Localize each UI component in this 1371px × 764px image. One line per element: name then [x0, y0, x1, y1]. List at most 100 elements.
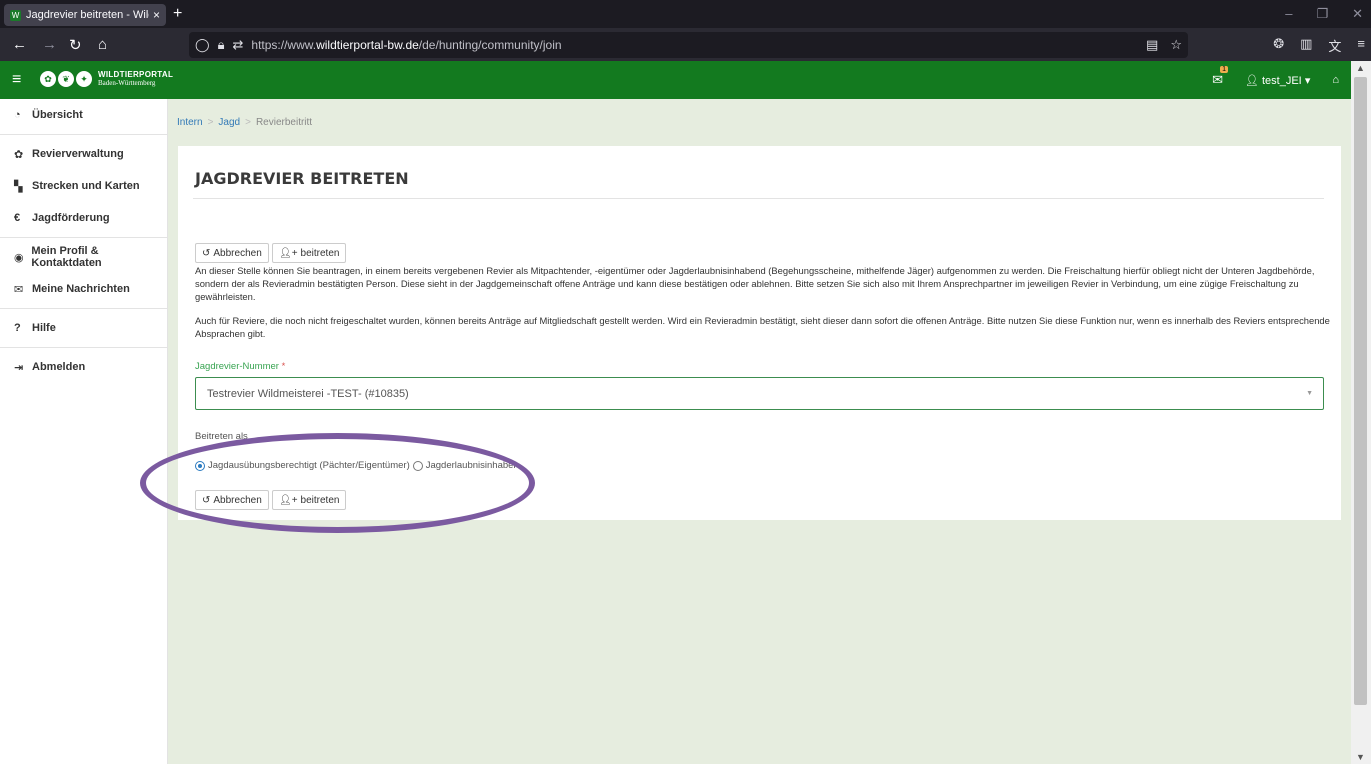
url-path: /de/hunting/community/join: [418, 38, 562, 52]
envelope-icon: ✉: [14, 283, 24, 296]
join-button-bottom[interactable]: 👤︎+ beitreten: [272, 490, 347, 510]
scroll-thumb[interactable]: [1354, 77, 1367, 705]
url-host: wildtierportal-bw.de: [316, 38, 419, 52]
revier-number-value: Testrevier Wildmeisterei -TEST- (#10835): [207, 387, 409, 400]
gear-icon: ✿: [14, 148, 24, 161]
restore-icon[interactable]: ❐: [1316, 6, 1328, 22]
sidebar-item-label: Revierverwaltung: [32, 148, 124, 160]
browser-tabbar: W Jagdrevier beitreten - Wildtierp × + –…: [0, 0, 1371, 28]
sidebar-item-strecken[interactable]: ▚ Strecken und Karten: [0, 170, 167, 202]
info-paragraph-1: An dieser Stelle können Sie beantragen, …: [195, 265, 1315, 302]
user-circle-icon: ◉: [14, 251, 24, 264]
minimize-icon[interactable]: –: [1285, 6, 1292, 22]
sidebar-item-label: Abmelden: [32, 361, 86, 373]
messages-button[interactable]: ✉ 1: [1212, 66, 1228, 88]
extension-icon[interactable]: ❂: [1273, 36, 1284, 55]
sidebar-item-profil[interactable]: ◉ Mein Profil & Kontaktdaten: [0, 241, 167, 273]
join-panel: JAGDREVIER BEITRETEN ↺ Abbrechen 👤︎+ bei…: [178, 146, 1341, 520]
shield-icon[interactable]: ◯: [195, 37, 210, 53]
bookmark-star-icon[interactable]: ☆: [1170, 37, 1182, 53]
translate-icon[interactable]: 文: [1328, 36, 1341, 55]
tab-title: Jagdrevier beitreten - Wildtierp: [26, 9, 149, 21]
undo-icon: ↺: [202, 494, 211, 506]
hamburger-menu-icon[interactable]: ≡: [12, 71, 21, 89]
home-icon[interactable]: ⌂: [1332, 74, 1339, 86]
breadcrumb-current: Revierbeitritt: [255, 117, 313, 128]
close-tab-icon[interactable]: ×: [153, 8, 160, 22]
sidebar-item-revierverwaltung[interactable]: ✿ Revierverwaltung: [0, 138, 167, 170]
lock-icon[interactable]: 🔒︎: [218, 37, 225, 53]
cancel-label: Abbrechen: [213, 247, 262, 259]
permissions-icon[interactable]: ⇄: [232, 37, 243, 53]
join-as-label: Beitreten als: [195, 431, 248, 442]
join-as-radio-group: Jagdausübungsberechtigt (Pächter/Eigentü…: [195, 460, 517, 471]
back-icon[interactable]: ←: [12, 36, 27, 53]
radio-label-1[interactable]: Jagdausübungsberechtigt (Pächter/Eigentü…: [208, 460, 410, 471]
library-icon[interactable]: ▥: [1300, 36, 1312, 55]
forward-icon[interactable]: →: [42, 36, 57, 53]
euro-icon: €: [14, 212, 21, 224]
sidebar-item-label: Meine Nachrichten: [32, 283, 130, 295]
user-icon: 👤︎: [1244, 74, 1259, 87]
sidebar-item-label: Hilfe: [32, 322, 56, 334]
browser-tab[interactable]: W Jagdrevier beitreten - Wildtierp ×: [4, 4, 166, 26]
cancel-button-top[interactable]: ↺ Abbrechen: [195, 243, 269, 263]
sidebar-item-label: Mein Profil & Kontaktdaten: [31, 245, 102, 269]
breadcrumb-intern[interactable]: Intern: [177, 117, 203, 128]
portal-logo[interactable]: ✿ ❦ ✦ WILDTIERPORTAL Baden-Württemberg: [40, 70, 173, 88]
logout-icon: ⇥: [14, 361, 24, 374]
sidebar-item-label: Übersicht: [32, 109, 83, 121]
new-tab-button[interactable]: +: [173, 5, 182, 23]
home-icon[interactable]: ⌂: [98, 36, 107, 53]
join-button-top[interactable]: 👤︎+ beitreten: [272, 243, 347, 263]
sidebar-item-hilfe[interactable]: ? Hilfe: [0, 312, 167, 344]
logo-bird-icon: ✦: [76, 71, 92, 87]
sidebar-item-label: Jagdförderung: [32, 212, 110, 224]
main-content: Intern > Jagd > Revierbeitritt JAGDREVIER BE…: [168, 99, 1351, 764]
cancel-label: Abbrechen: [213, 494, 262, 506]
caret-down-icon: ▾: [1304, 74, 1311, 87]
revier-number-label: Jagdrevier-Nummer *: [195, 361, 286, 372]
sidebar: ◔ Übersicht ✿ Revierverwaltung ▚ Strecke…: [0, 99, 168, 764]
radio-jagdausuebungsberechtigt[interactable]: [195, 460, 205, 471]
envelope-icon: ✉: [1212, 72, 1223, 87]
sidebar-item-uebersicht[interactable]: ◔ Übersicht: [0, 99, 167, 131]
radio-label-2[interactable]: Jagderlaubnisinhaber: [426, 460, 517, 471]
page-scrollbar[interactable]: ▲ ▼: [1351, 61, 1371, 764]
window-controls: – ❐ ✕: [1285, 6, 1363, 22]
sidebar-item-label: Strecken und Karten: [32, 180, 140, 192]
sidebar-item-nachrichten[interactable]: ✉ Meine Nachrichten: [0, 273, 167, 305]
logo-title: WILDTIERPORTAL: [98, 70, 174, 79]
dashboard-icon: ◔: [14, 109, 21, 121]
url-bar[interactable]: ◯ 🔒︎ ⇄ https://www. wildtierportal-bw.de…: [189, 32, 1188, 58]
radio-jagderlaubnisinhaber[interactable]: [412, 460, 423, 471]
reader-view-icon[interactable]: ▤: [1146, 37, 1158, 53]
sidebar-item-abmelden[interactable]: ⇥ Abmelden: [0, 351, 167, 383]
breadcrumb-jagd[interactable]: Jagd: [218, 117, 240, 128]
menu-icon[interactable]: ≡: [1357, 36, 1365, 55]
info-paragraph-2: Auch für Reviere, die noch nicht freiges…: [195, 315, 1330, 339]
url-prefix: https://www.: [251, 38, 317, 52]
title-divider: [193, 198, 1324, 199]
question-icon: ?: [14, 322, 21, 334]
revier-number-select[interactable]: Testrevier Wildmeisterei -TEST- (#10835)…: [195, 377, 1324, 410]
join-label: beitreten: [300, 494, 340, 506]
chevron-down-icon: ▼: [1306, 390, 1313, 397]
message-count-badge: 1: [1220, 66, 1228, 73]
scroll-down-icon[interactable]: ▼: [1356, 752, 1365, 762]
logo-fox-icon: ❦: [58, 71, 74, 87]
undo-icon: ↺: [202, 247, 211, 259]
app-header: ≡ ✿ ❦ ✦ WILDTIERPORTAL Baden-Württemberg…: [0, 61, 1351, 99]
user-plus-icon: 👤︎+: [279, 494, 298, 506]
user-menu[interactable]: 👤︎ test_JEI ▾: [1245, 74, 1310, 87]
user-name: test_JEI: [1262, 74, 1302, 87]
reload-icon[interactable]: ↻: [69, 36, 82, 54]
cancel-button-bottom[interactable]: ↺ Abbrechen: [195, 490, 269, 510]
browser-navbar: ← → ↻ ⌂ ◯ 🔒︎ ⇄ https://www. wildtierport…: [0, 28, 1371, 61]
map-icon: ▚: [14, 180, 23, 193]
logo-subtitle: Baden-Württemberg: [98, 79, 156, 87]
scroll-up-icon[interactable]: ▲: [1356, 63, 1365, 73]
sidebar-item-jagdfoerderung[interactable]: € Jagdförderung: [0, 202, 167, 234]
page-title: JAGDREVIER BEITRETEN: [195, 169, 409, 188]
close-window-icon[interactable]: ✕: [1352, 6, 1363, 22]
